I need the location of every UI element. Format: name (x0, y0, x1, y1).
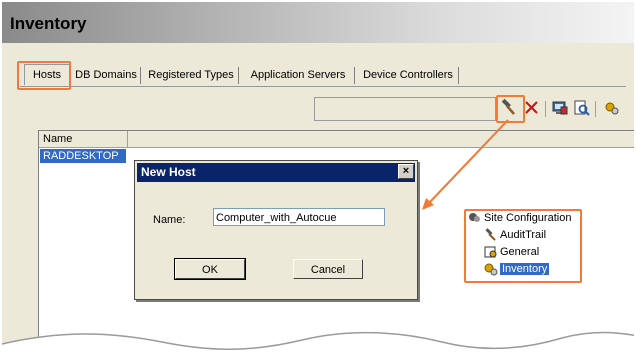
gears-icon[interactable] (602, 98, 622, 118)
inventory-window: Inventory Hosts DB Domains Registered Ty… (2, 2, 634, 361)
host-name-field[interactable]: Computer_with_Autocue (213, 208, 385, 226)
toolbar-field (314, 97, 496, 121)
computer-icon[interactable] (550, 98, 570, 118)
column-header-name[interactable]: Name (39, 131, 128, 147)
close-icon[interactable]: × (398, 164, 414, 179)
tab-highlight-box (17, 61, 71, 90)
cancel-button[interactable]: Cancel (293, 259, 363, 279)
window-title: Inventory (10, 14, 87, 33)
dialog-title: New Host (137, 163, 415, 182)
toolbar-separator (545, 101, 546, 117)
search-doc-icon[interactable] (572, 98, 592, 118)
toolbar-separator (595, 101, 596, 117)
name-label: Name: (153, 214, 186, 226)
hammer-highlight-box (496, 95, 525, 123)
tree-highlight-box (464, 209, 582, 283)
tab-device-controllers[interactable]: Device Controllers (358, 67, 459, 84)
ok-button[interactable]: OK (174, 258, 246, 280)
window-title-bar: Inventory (2, 2, 634, 43)
tab-db-domains[interactable]: DB Domains (72, 67, 141, 84)
new-host-dialog: New Host × Name: Computer_with_Autocue O… (134, 160, 418, 300)
delete-x-icon[interactable] (522, 98, 542, 118)
tab-strip: Hosts DB Domains Registered Types Applic… (20, 64, 626, 87)
table-row[interactable]: RADDESKTOP (40, 149, 126, 163)
list-header: Name (39, 131, 634, 148)
tab-registered-types[interactable]: Registered Types (144, 67, 239, 84)
torn-edge (2, 331, 634, 361)
tab-application-servers[interactable]: Application Servers (242, 67, 355, 84)
